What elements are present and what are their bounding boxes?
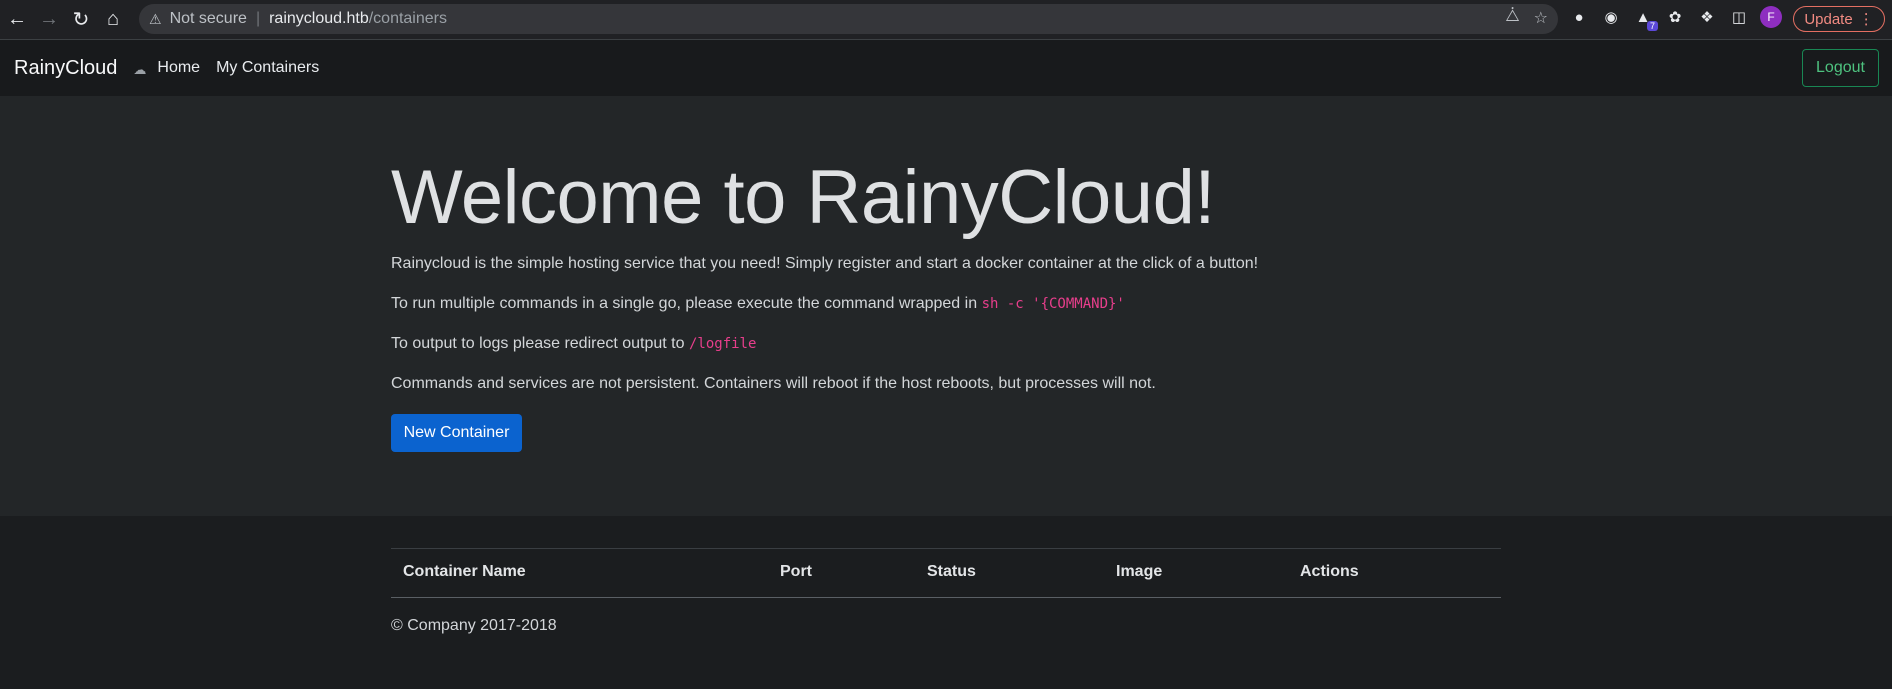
logs-hint: To output to logs please redirect output… [391, 335, 756, 353]
glasses-extension-icon[interactable]: ◉ [1600, 6, 1622, 28]
intro-text: Rainycloud is the simple hosting service… [391, 255, 1259, 272]
extensions-area: ● ◉ ▲ 7 ✿ ❖ ◫ F [1568, 6, 1782, 31]
col-image: Image [1116, 563, 1163, 580]
update-button[interactable]: Update ⋮ [1793, 6, 1885, 32]
reload-icon[interactable]: ↻ [66, 5, 96, 35]
address-bar[interactable]: ⚠ Not secure | rainycloud.htb /container… [139, 4, 1558, 34]
brand-link[interactable]: RainyCloud [14, 57, 117, 80]
warning-icon: ⚠ [149, 10, 162, 27]
cookie-extension-icon[interactable]: ● [1568, 6, 1590, 28]
multi-command-text: To run multiple commands in a single go,… [391, 295, 978, 312]
puzzle-icon[interactable]: ❖ [1696, 6, 1718, 28]
side-panel-icon[interactable]: ◫ [1728, 6, 1750, 28]
nav-home-link[interactable]: Home [157, 59, 200, 77]
footer-copyright: © Company 2017-2018 [391, 617, 557, 634]
share-icon[interactable]: ⧊ [1505, 8, 1519, 28]
address-separator: | [255, 10, 261, 27]
url-path: /containers [368, 10, 447, 27]
logs-text: To output to logs please redirect output… [391, 335, 685, 352]
url-host: rainycloud.htb [269, 10, 369, 27]
cloud-icon: ☁ [133, 62, 147, 77]
hat-extension-icon[interactable]: ▲ 7 [1632, 6, 1658, 31]
home-icon[interactable]: ⌂ [98, 5, 128, 35]
more-vert-icon: ⋮ [1858, 11, 1874, 28]
multi-command-code: sh -c '{COMMAND}' [981, 296, 1125, 312]
col-port: Port [780, 563, 812, 580]
nav-my-containers-link[interactable]: My Containers [216, 59, 319, 77]
page-title: Welcome to RainyCloud! [391, 155, 1215, 240]
back-icon[interactable]: ← [2, 5, 32, 35]
logout-button[interactable]: Logout [1802, 49, 1879, 87]
browser-toolbar: ← → ↻ ⌂ ⚠ Not secure | rainycloud.htb /c… [0, 0, 1892, 40]
bookmark-star-icon[interactable]: ☆ [1534, 8, 1548, 28]
logs-code: /logfile [688, 336, 757, 352]
multi-command-hint: To run multiple commands in a single go,… [391, 295, 1125, 313]
col-status: Status [927, 563, 976, 580]
extension-badge: 7 [1646, 21, 1658, 31]
col-container-name: Container Name [403, 563, 526, 580]
profile-avatar[interactable]: F [1760, 6, 1782, 28]
site-navbar: RainyCloud ☁ Home My Containers Logout [0, 40, 1892, 96]
security-label: Not secure [169, 10, 247, 27]
containers-table: Container Name Port Status Image Actions [391, 548, 1501, 598]
cookie-editor-extension-icon[interactable]: ✿ [1664, 6, 1686, 28]
col-actions: Actions [1300, 563, 1359, 580]
update-label: Update [1804, 10, 1853, 28]
forward-icon[interactable]: → [34, 5, 64, 35]
persistence-note: Commands and services are not persistent… [391, 375, 1156, 392]
new-container-button[interactable]: New Container [391, 414, 522, 452]
welcome-section: Welcome to RainyCloud! Rainycloud is the… [0, 96, 1892, 516]
